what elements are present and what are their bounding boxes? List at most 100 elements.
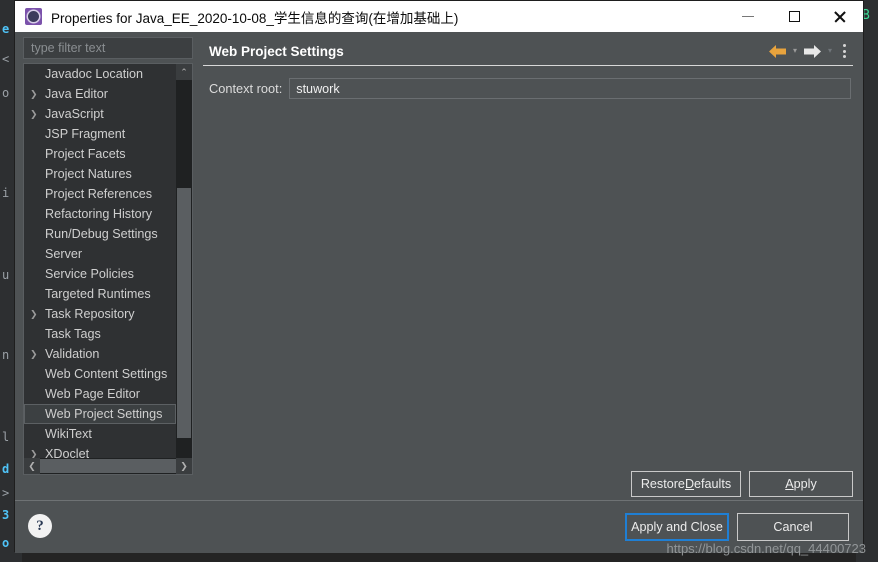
panel-divider bbox=[203, 65, 853, 66]
apply-and-close-button[interactable]: Apply and Close bbox=[625, 513, 729, 541]
minimize-button[interactable] bbox=[725, 1, 771, 32]
apply-button[interactable]: Apply bbox=[749, 471, 853, 497]
minimize-icon bbox=[742, 15, 754, 18]
close-icon bbox=[833, 10, 847, 24]
tree-item[interactable]: ❯JSP Fragment bbox=[24, 124, 176, 144]
kebab-menu-icon[interactable] bbox=[839, 44, 851, 58]
scroll-up-button[interactable]: ⌃ bbox=[176, 64, 192, 80]
tree-indent-spacer: ❯ bbox=[30, 190, 43, 199]
back-dropdown-chevron-down-icon[interactable]: ▾ bbox=[791, 47, 799, 55]
tree-indent-spacer: ❯ bbox=[30, 70, 43, 79]
tree-item[interactable]: ❯Refactoring History bbox=[24, 204, 176, 224]
tree-item[interactable]: ❯Web Content Settings bbox=[24, 364, 176, 384]
maximize-button[interactable] bbox=[771, 1, 817, 32]
properties-dialog: Properties for Java_EE_2020-10-08_学生信息的查… bbox=[14, 0, 864, 553]
hscroll-track[interactable] bbox=[40, 458, 176, 474]
tree-item-label: Project References bbox=[45, 187, 153, 201]
chevron-right-icon[interactable]: ❯ bbox=[30, 309, 43, 319]
settings-tree-list: ❯Javadoc Location❯Java Editor❯JavaScript… bbox=[24, 64, 176, 474]
tree-item[interactable]: ❯Web Page Editor bbox=[24, 384, 176, 404]
tree-horizontal-scrollbar[interactable]: ❮ ❯ bbox=[24, 458, 192, 474]
tree-item[interactable]: ❯ Task Repository bbox=[24, 304, 176, 324]
bg-char: i bbox=[2, 186, 10, 200]
footer-buttons: Apply and Close Cancel bbox=[625, 513, 849, 541]
tree-item[interactable]: ❯Project Facets bbox=[24, 144, 176, 164]
tree-item-label: Server bbox=[45, 247, 83, 261]
tree-item[interactable]: ❯ JavaScript bbox=[24, 104, 176, 124]
tree-item[interactable]: ❯Targeted Runtimes bbox=[24, 284, 176, 304]
tree-item[interactable]: ❯ Validation bbox=[24, 344, 176, 364]
apply-post: pply bbox=[793, 477, 817, 491]
chevron-right-icon[interactable]: ❯ bbox=[30, 89, 43, 99]
bg-char: o bbox=[2, 86, 10, 100]
bg-char: 3 bbox=[2, 508, 10, 522]
tree-item[interactable]: ❯Project References bbox=[24, 184, 176, 204]
tree-indent-spacer: ❯ bbox=[30, 430, 43, 439]
forward-dropdown-chevron-down-icon[interactable]: ▾ bbox=[826, 47, 834, 55]
close-button[interactable] bbox=[817, 1, 863, 32]
vscroll-track[interactable] bbox=[176, 80, 192, 458]
tree-item-label: WikiText bbox=[45, 427, 92, 441]
dialog-title: Properties for Java_EE_2020-10-08_学生信息的查… bbox=[51, 10, 459, 26]
tree-item-label: JSP Fragment bbox=[45, 127, 126, 141]
tree-vertical-scrollbar[interactable]: ⌃ ⌄ bbox=[176, 64, 192, 474]
help-icon[interactable]: ? bbox=[28, 514, 52, 538]
vscroll-thumb[interactable] bbox=[177, 188, 191, 438]
chevron-right-icon[interactable]: ❯ bbox=[30, 349, 43, 359]
chevron-right-icon[interactable]: ❯ bbox=[30, 109, 43, 119]
settings-page: Web Project Settings ▾ ▾ Context root: s… bbox=[201, 37, 855, 497]
filter-input[interactable] bbox=[29, 40, 187, 56]
tree-item-label: Web Content Settings bbox=[45, 367, 168, 381]
tree-item[interactable]: ❯Web Project Settings bbox=[24, 404, 176, 424]
context-root-input[interactable] bbox=[294, 80, 846, 97]
screen-root: e < o i u n l d > 3 o B Properties for J… bbox=[0, 0, 878, 562]
scroll-left-button[interactable]: ❮ bbox=[24, 458, 40, 474]
tree-item-label: Service Policies bbox=[45, 267, 134, 281]
tree-indent-spacer: ❯ bbox=[30, 290, 43, 299]
context-root-field[interactable] bbox=[289, 78, 851, 99]
bg-char: < bbox=[2, 52, 10, 66]
context-root-row: Context root: bbox=[201, 78, 855, 99]
watermark-text: https://blog.csdn.net/qq_44400723 bbox=[666, 541, 867, 556]
bg-char: n bbox=[2, 348, 10, 362]
tree-item[interactable]: ❯ Java Editor bbox=[24, 84, 176, 104]
restore-defaults-button[interactable]: Restore Defaults bbox=[631, 471, 741, 497]
tree-indent-spacer: ❯ bbox=[30, 370, 43, 379]
page-title: Web Project Settings bbox=[209, 43, 344, 59]
restore-defaults-pre: Restore bbox=[640, 477, 685, 491]
tree-indent-spacer: ❯ bbox=[30, 130, 43, 139]
tree-item[interactable]: ❯Server bbox=[24, 244, 176, 264]
tree-item[interactable]: ❯Task Tags bbox=[24, 324, 176, 344]
tree-item[interactable]: ❯Service Policies bbox=[24, 264, 176, 284]
bg-char: u bbox=[2, 268, 10, 282]
tree-item-label: Targeted Runtimes bbox=[45, 287, 151, 301]
scroll-right-button[interactable]: ❯ bbox=[176, 458, 192, 474]
filter-box[interactable] bbox=[23, 37, 193, 59]
panel-nav-toolbar: ▾ ▾ bbox=[768, 37, 851, 65]
tree-item-label: Javadoc Location bbox=[45, 67, 144, 81]
tree-item[interactable]: ❯Run/Debug Settings bbox=[24, 224, 176, 244]
settings-tree: ❯Javadoc Location❯Java Editor❯JavaScript… bbox=[23, 63, 193, 475]
tree-item[interactable]: ❯WikiText bbox=[24, 424, 176, 444]
dialog-body: ❯Javadoc Location❯Java Editor❯JavaScript… bbox=[15, 32, 863, 500]
apply-mnemonic: A bbox=[785, 477, 794, 491]
tree-indent-spacer: ❯ bbox=[30, 410, 43, 419]
tree-item-label: Project Facets bbox=[45, 147, 126, 161]
tree-item-label: Task Repository bbox=[45, 307, 135, 321]
bg-char: d bbox=[2, 462, 10, 476]
forward-arrow-icon[interactable] bbox=[803, 44, 821, 58]
tree-indent-spacer: ❯ bbox=[30, 270, 43, 279]
tree-item[interactable]: ❯Javadoc Location bbox=[24, 64, 176, 84]
hscroll-thumb[interactable] bbox=[40, 459, 176, 473]
window-controls bbox=[725, 1, 863, 32]
cancel-button[interactable]: Cancel bbox=[737, 513, 849, 541]
tree-item-label: Project Natures bbox=[45, 167, 132, 181]
tree-indent-spacer: ❯ bbox=[30, 150, 43, 159]
tree-item-label: Run/Debug Settings bbox=[45, 227, 158, 241]
tree-item-label: Web Project Settings bbox=[45, 407, 163, 421]
restore-defaults-post: efaults bbox=[694, 477, 732, 491]
tree-item[interactable]: ❯Project Natures bbox=[24, 164, 176, 184]
tree-item-label: Java Editor bbox=[45, 87, 108, 101]
tree-indent-spacer: ❯ bbox=[30, 230, 43, 239]
back-arrow-icon[interactable] bbox=[768, 44, 786, 58]
